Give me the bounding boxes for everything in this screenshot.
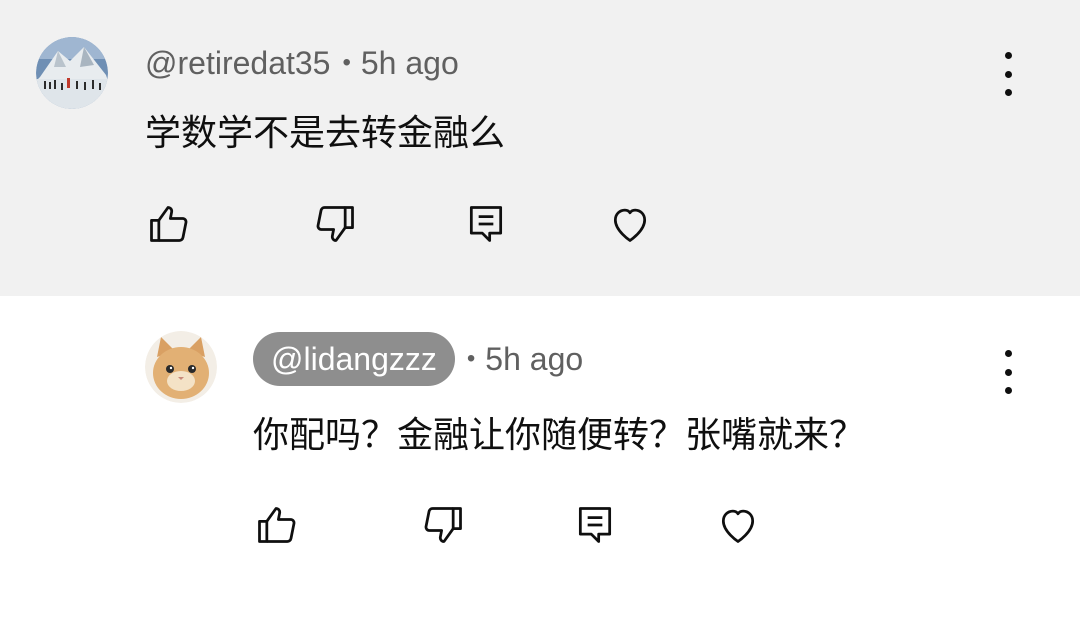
- meta-separator: •: [342, 49, 351, 76]
- heart-icon[interactable]: [606, 200, 654, 248]
- comment-meta: @retiredat35 • 5h ago: [145, 42, 459, 84]
- like-icon[interactable]: [144, 200, 192, 248]
- comment-meta: @lidangzzz • 5h ago: [253, 332, 583, 386]
- more-options-icon[interactable]: [996, 350, 1020, 394]
- comment-timestamp[interactable]: 5h ago: [485, 341, 583, 378]
- like-icon[interactable]: [252, 501, 300, 549]
- comment-timestamp[interactable]: 5h ago: [361, 45, 459, 82]
- dislike-icon[interactable]: [312, 200, 360, 248]
- more-options-icon[interactable]: [996, 52, 1020, 96]
- dislike-icon[interactable]: [420, 501, 468, 549]
- avatar-image-mountain: [36, 37, 108, 109]
- comment-text: 学数学不是去转金融么: [145, 113, 506, 154]
- heart-icon[interactable]: [714, 501, 762, 549]
- comment-author-highlighted[interactable]: @lidangzzz: [253, 332, 455, 386]
- avatar-image-cat: [145, 331, 217, 403]
- meta-separator: •: [466, 345, 476, 372]
- reply-icon[interactable]: [571, 501, 619, 549]
- comment-text: 你配吗？金融让你随便转？张嘴就来？: [253, 415, 866, 456]
- comment-author[interactable]: @retiredat35: [145, 45, 330, 82]
- comment-thread-top: @retiredat35 • 5h ago 学数学不是去转金融么: [0, 0, 1080, 296]
- reply-icon[interactable]: [462, 200, 510, 248]
- avatar[interactable]: [36, 37, 108, 109]
- avatar[interactable]: [145, 331, 217, 403]
- comment-thread-reply: @lidangzzz • 5h ago 你配吗？金融让你随便转？张嘴就来？: [0, 296, 1080, 624]
